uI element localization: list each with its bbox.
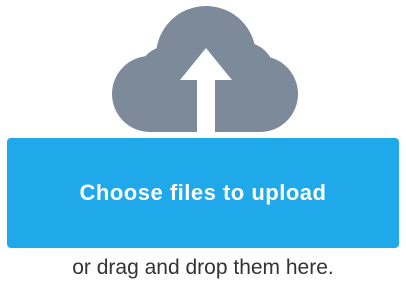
- drag-drop-hint: or drag and drop them here.: [72, 256, 334, 279]
- choose-files-button[interactable]: Choose files to upload: [7, 138, 399, 248]
- upload-dropzone[interactable]: Choose files to upload or drag and drop …: [0, 0, 406, 300]
- cloud-upload-icon: [108, 4, 302, 142]
